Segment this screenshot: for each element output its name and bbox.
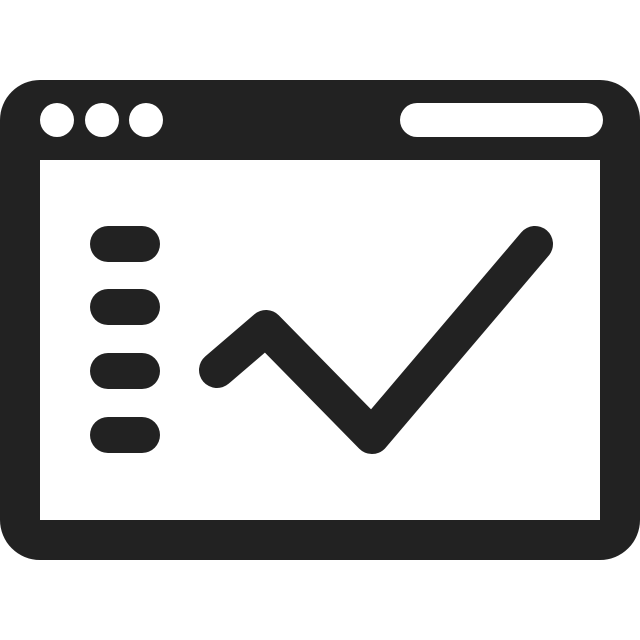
window-dot-close-icon [40, 103, 74, 137]
browser-window-line-chart-icon [0, 0, 640, 640]
window-content-area [40, 160, 600, 520]
icon-canvas [0, 80, 640, 560]
sidebar-item [90, 353, 160, 389]
window-dot-minimize-icon [85, 103, 119, 137]
sidebar-item [90, 226, 160, 262]
sidebar-item [90, 289, 160, 325]
window-dot-maximize-icon [129, 103, 163, 137]
address-bar [400, 103, 603, 137]
sidebar-item [90, 417, 160, 453]
